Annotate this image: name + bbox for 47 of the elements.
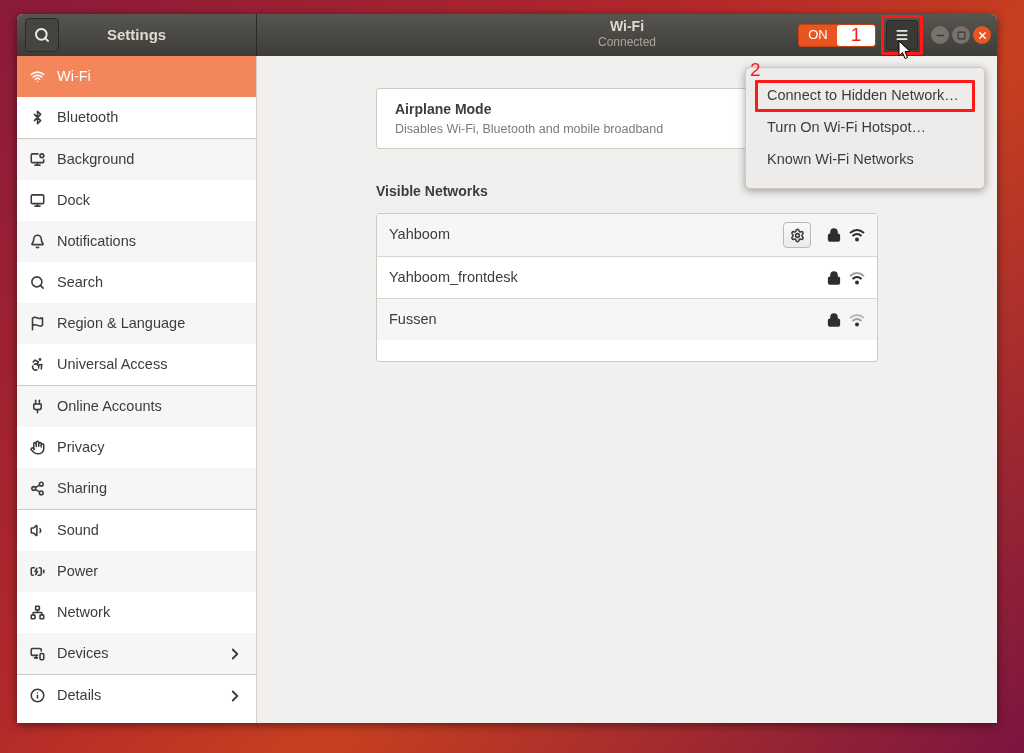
- network-row[interactable]: Yahboom: [377, 214, 877, 256]
- search-icon: [30, 275, 45, 290]
- sidebar-item[interactable]: Notifications: [17, 221, 256, 262]
- accessibility-icon: [30, 357, 45, 372]
- mouse-cursor-icon: [898, 40, 911, 60]
- sidebar-item[interactable]: Online Accounts: [17, 386, 256, 427]
- devices-icon: [30, 646, 45, 661]
- menu-item[interactable]: Known Wi-Fi Networks: [755, 144, 975, 176]
- maximize-icon: [956, 30, 966, 40]
- sidebar-item[interactable]: Sharing: [17, 468, 256, 509]
- menu-item[interactable]: Connect to Hidden Network…: [755, 80, 975, 112]
- sidebar-item[interactable]: Region & Language: [17, 303, 256, 344]
- sidebar-item[interactable]: Background: [17, 139, 256, 180]
- network-icon: [30, 605, 45, 620]
- sidebar-item[interactable]: Devices: [17, 633, 256, 674]
- wifi-toggle[interactable]: ON 1: [798, 23, 876, 47]
- network-name: Yahboom_frontdesk: [389, 267, 518, 287]
- network-name: Yahboom: [389, 225, 450, 245]
- sidebar-title: Settings: [107, 24, 167, 45]
- network-name: Fussen: [389, 309, 437, 329]
- battery-icon: [30, 564, 45, 579]
- search-button[interactable]: [25, 18, 59, 52]
- airplane-mode-description: Disables Wi-Fi, Bluetooth and mobile broadband: [395, 120, 664, 138]
- annotation-number: 1: [850, 25, 862, 45]
- monitor-icon: [30, 152, 45, 167]
- annotation-number: 2: [750, 60, 761, 80]
- wifi-icon: [30, 69, 45, 84]
- info-icon: [30, 688, 45, 703]
- section-heading: Visible Networks: [376, 182, 489, 201]
- hand-icon: [30, 440, 45, 455]
- bell-icon: [30, 234, 45, 249]
- close-icon: [976, 29, 988, 41]
- airplane-mode-title: Airplane Mode: [395, 99, 492, 119]
- close-button[interactable]: [973, 26, 991, 44]
- window-subtitle: Connected: [597, 35, 656, 50]
- settings-button[interactable]: [783, 222, 811, 248]
- network-row[interactable]: Fussen: [377, 298, 877, 340]
- plug-icon: [30, 399, 45, 414]
- search-icon: [34, 27, 50, 43]
- settings-icon: [789, 227, 805, 243]
- monitor-icon: [30, 193, 45, 208]
- window-title: Wi-Fi: [609, 17, 645, 35]
- flag-icon: [30, 316, 45, 331]
- menu-item[interactable]: Turn On Wi-Fi Hotspot…: [755, 112, 975, 144]
- menu-icon: [895, 28, 909, 42]
- sidebar-item[interactable]: Power: [17, 551, 256, 592]
- share-icon: [30, 481, 45, 496]
